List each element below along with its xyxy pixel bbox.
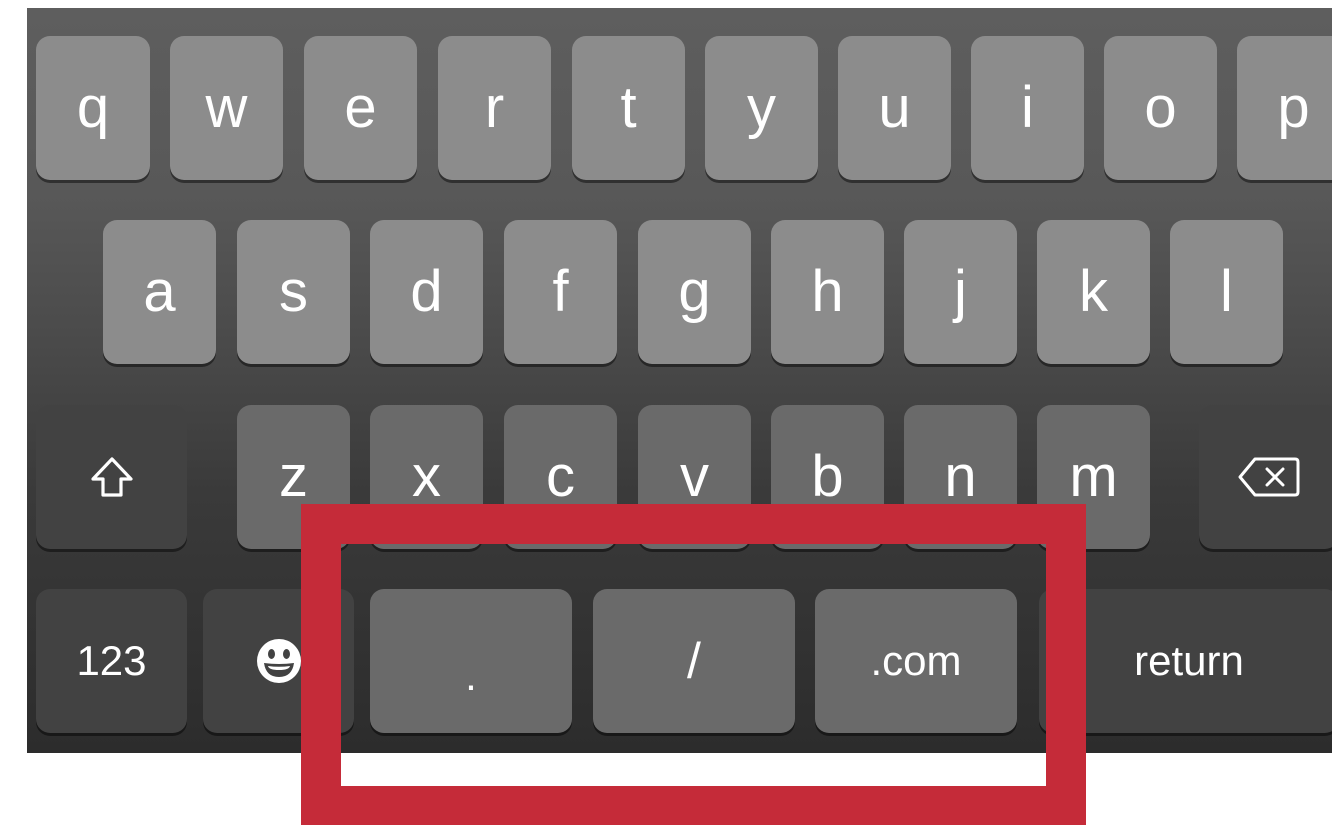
key-u[interactable]: u (838, 36, 951, 180)
key-label: y (747, 75, 776, 140)
key-g[interactable]: g (638, 220, 751, 364)
shift-key[interactable] (36, 405, 187, 549)
key-x[interactable]: x (370, 405, 483, 549)
key-label: c (546, 444, 575, 509)
key-label: r (484, 75, 505, 140)
key-label: o (1144, 75, 1177, 140)
key-label: e (344, 75, 377, 140)
key-e[interactable]: e (304, 36, 417, 180)
key-p[interactable]: p (1237, 36, 1332, 180)
key-z[interactable]: z (237, 405, 350, 549)
shift-arrow-icon (90, 457, 133, 497)
key-t[interactable]: t (572, 36, 685, 180)
key-label: g (678, 259, 711, 324)
numbers-key-label: 123 (76, 637, 147, 684)
highlight-inner-white (341, 753, 1046, 786)
slash-key-label: / (687, 633, 701, 689)
onscreen-keyboard: q w e r t y u i o p a s d f g h j k l z … (27, 8, 1332, 753)
key-m[interactable]: m (1037, 405, 1150, 549)
key-y[interactable]: y (705, 36, 818, 180)
key-c[interactable]: c (504, 405, 617, 549)
emoji-smiley-icon (256, 639, 301, 683)
key-label: s (279, 259, 308, 324)
key-label: z (279, 444, 308, 509)
key-v[interactable]: v (638, 405, 751, 549)
return-key-label: return (1134, 637, 1244, 684)
key-b[interactable]: b (771, 405, 884, 549)
key-label: a (143, 259, 176, 324)
key-label: x (412, 444, 441, 509)
key-l[interactable]: l (1170, 220, 1283, 364)
key-label: q (76, 75, 110, 140)
key-o[interactable]: o (1104, 36, 1217, 180)
key-s[interactable]: s (237, 220, 350, 364)
key-label: l (1220, 259, 1233, 324)
key-f[interactable]: f (504, 220, 617, 364)
key-label: j (954, 259, 967, 324)
key-w[interactable]: w (170, 36, 283, 180)
slash-key[interactable]: / (593, 589, 795, 733)
emoji-key[interactable] (203, 589, 354, 733)
key-label: m (1069, 444, 1118, 509)
numbers-key[interactable]: 123 (36, 589, 187, 733)
key-a[interactable]: a (103, 220, 216, 364)
key-label: k (1079, 259, 1108, 324)
key-k[interactable]: k (1037, 220, 1150, 364)
key-r[interactable]: r (438, 36, 551, 180)
backspace-icon (1238, 457, 1300, 497)
key-q[interactable]: q (36, 36, 150, 180)
key-h[interactable]: h (771, 220, 884, 364)
key-label: p (1277, 75, 1310, 140)
dot-key[interactable]: . (370, 589, 572, 733)
key-label: w (205, 75, 248, 140)
key-n[interactable]: n (904, 405, 1017, 549)
key-label: b (811, 444, 844, 509)
key-label: h (811, 259, 844, 324)
key-label: i (1021, 75, 1034, 140)
key-label: n (944, 444, 977, 509)
key-label: d (410, 259, 443, 324)
key-label: t (620, 75, 637, 140)
screenshot-stage: q w e r t y u i o p a s d f g h j k l z … (0, 0, 1332, 825)
key-d[interactable]: d (370, 220, 483, 364)
return-key[interactable]: return (1039, 589, 1332, 733)
key-label: f (552, 259, 569, 324)
dot-key-label: . (465, 652, 477, 699)
key-j[interactable]: j (904, 220, 1017, 364)
key-label: u (878, 75, 911, 140)
dotcom-key[interactable]: .com (815, 589, 1017, 733)
dotcom-key-label: .com (870, 637, 962, 684)
delete-key[interactable] (1199, 405, 1332, 549)
key-label: v (680, 444, 709, 509)
key-i[interactable]: i (971, 36, 1084, 180)
